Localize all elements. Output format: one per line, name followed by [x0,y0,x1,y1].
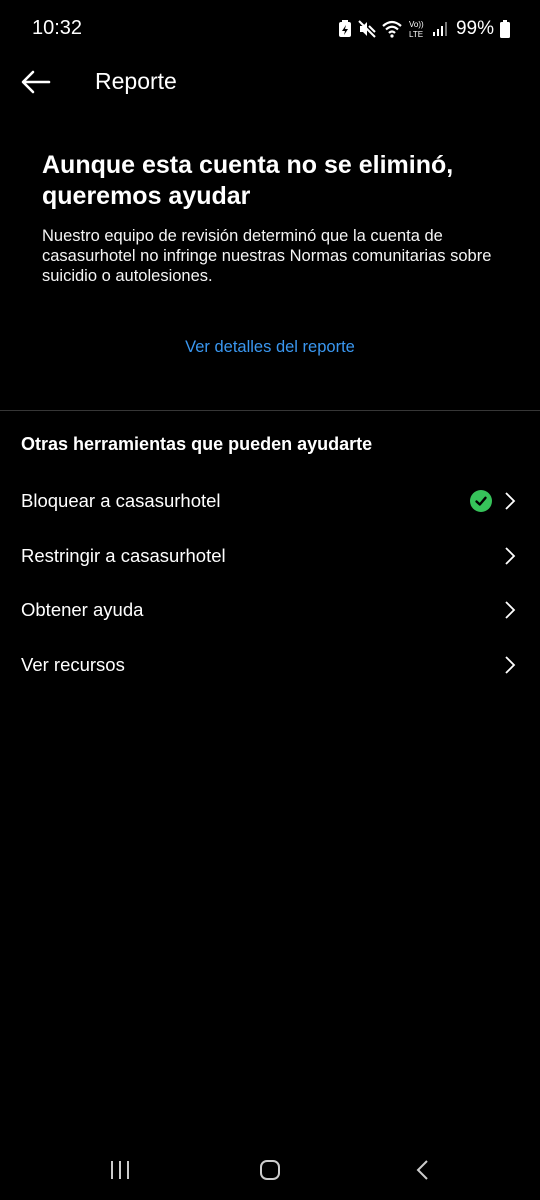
check-circle-icon [470,490,492,513]
list-item-label: Bloquear a casasurhotel [21,490,221,512]
chevron-right-icon [505,601,516,619]
list-item-block[interactable]: Bloquear a casasurhotel [0,474,540,529]
volte-icon: Vo)) LTE [408,19,426,39]
status-icons: Vo)) LTE 99% [338,18,510,40]
status-time: 10:32 [32,17,83,39]
list-item-label: Ver recursos [21,653,125,675]
list-item-accessories [504,600,516,620]
description-line-1: Nuestro equipo de revisión determinó que… [42,227,443,245]
description-line-3: suicidio o autolesiones. [42,267,213,285]
headline-line-2: queremos ayudar [42,182,251,210]
recent-apps-button[interactable] [90,1154,150,1186]
page-title: Reporte [95,68,177,94]
nav-back-button[interactable] [392,1154,452,1186]
signal-icon [432,21,448,37]
tools-list: Bloquear a casasurhotel Restringir a cas… [0,474,540,692]
mute-icon [358,20,376,38]
app-bar: Reporte [0,58,540,106]
back-button[interactable] [16,66,56,98]
battery-icon [500,20,510,38]
list-item-resources[interactable]: Ver recursos [0,638,540,693]
chevron-right-icon [505,492,516,510]
description-line-2: casasurhotel no infringe nuestras Normas… [42,247,492,265]
view-report-details-link[interactable]: Ver detalles del reporte [0,338,540,357]
list-item-accessories [504,655,516,675]
report-description: Nuestro equipo de revisión determinó que… [42,226,502,286]
report-summary: Aunque esta cuenta no se eliminó, querem… [42,150,502,286]
recent-apps-icon [111,1161,129,1179]
list-item-label: Restringir a casasurhotel [21,544,226,566]
svg-text:LTE: LTE [409,30,423,39]
battery-percent: 99% [455,18,494,39]
list-item-get-help[interactable]: Obtener ayuda [0,583,540,638]
battery-saver-icon [338,20,352,38]
divider [0,410,540,411]
report-headline: Aunque esta cuenta no se eliminó, querem… [42,150,502,212]
list-item-restrict[interactable]: Restringir a casasurhotel [0,529,540,584]
chevron-right-icon [505,547,516,565]
back-nav-icon [416,1160,428,1180]
arrow-left-icon [21,70,51,94]
list-item-accessories [504,546,516,566]
wifi-icon [382,20,402,38]
system-nav-bar [0,1136,540,1200]
home-button[interactable] [240,1154,300,1186]
tools-section-title: Otras herramientas que pueden ayudarte [21,434,373,454]
list-item-label: Obtener ayuda [21,599,144,621]
chevron-right-icon [505,656,516,674]
headline-line-1: Aunque esta cuenta no se eliminó, [42,151,454,179]
svg-text:Vo)): Vo)) [409,20,424,29]
home-icon [260,1160,280,1180]
status-bar: 10:32 Vo)) LTE 99% [0,0,540,58]
list-item-accessories [470,490,516,513]
